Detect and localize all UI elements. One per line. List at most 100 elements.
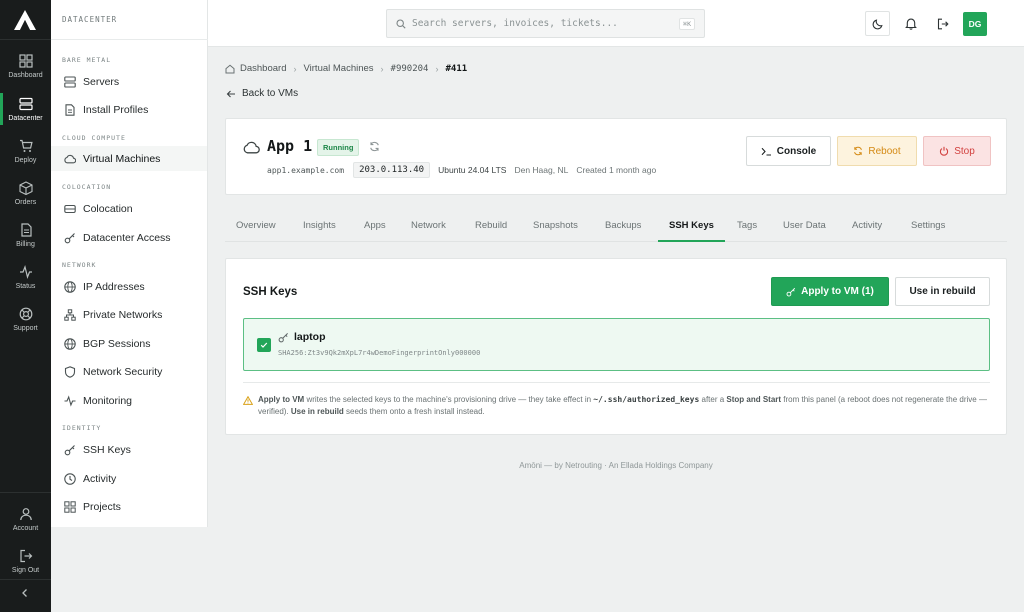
ssh-key-row[interactable]: laptop SHA256:Zt3v9Qk2mXpL7r4wDemoFinger… [243,318,990,371]
pulse-icon [64,394,76,407]
sidebar-item-datacenter-access[interactable]: Datacenter Access [51,225,207,250]
rail-item-datacenter[interactable]: Datacenter [0,93,51,135]
rail-divider [0,579,51,580]
tab-ssh-keys[interactable]: SSH Keys [669,220,714,231]
app-rail: Dashboard Datacenter Deploy Orders Billi… [0,0,51,612]
brand-logo-icon[interactable] [13,9,37,31]
note-text: after a [699,395,727,404]
rail-item-billing[interactable]: Billing [0,221,51,261]
sidebar-item-label: IP Addresses [83,280,145,293]
key-fingerprint: SHA256:Zt3v9Qk2mXpL7r4wDemoFingerprintOn… [278,349,481,357]
sidebar-item-ip-addresses[interactable]: IP Addresses [51,274,207,299]
rail-divider [0,39,51,40]
console-button[interactable]: Console [746,136,831,166]
rail-item-signout[interactable]: Sign Out [0,547,51,587]
globe-icon [64,337,76,350]
search-shortcut-badge: ⌘K [679,18,695,30]
theme-toggle-button[interactable] [865,11,890,36]
shield-icon [64,365,76,378]
vm-created: Created 1 month ago [576,165,657,175]
box-icon [18,181,33,195]
sign-out-button[interactable] [930,11,955,36]
vm-ip-address[interactable]: 203.0.113.40 [353,162,431,178]
document-icon [65,103,75,116]
tab-user-data[interactable]: User Data [783,220,826,231]
sidebar-item-network-security[interactable]: Network Security [51,359,207,384]
status-badge: Running [317,139,360,156]
sidebar-item-ssh-keys[interactable]: SSH Keys [51,437,207,462]
sidebar-item-colocation[interactable]: Colocation [51,196,207,221]
key-icon [64,232,75,243]
use-in-rebuild-button[interactable]: Use in rebuild [895,277,990,306]
tab-snapshots[interactable]: Snapshots [533,220,578,231]
sign-out-icon [19,549,32,563]
search-box[interactable]: ⌘K [386,9,705,38]
tab-network[interactable]: Network [411,220,446,231]
vm-hostname: app1.example.com [267,165,345,175]
cloud-icon [243,141,260,154]
apply-to-vm-button[interactable]: Apply to VM (1) [771,277,889,306]
tab-settings[interactable]: Settings [911,220,945,231]
rail-label: Status [15,283,36,290]
sidebar-item-label: Colocation [83,202,133,215]
active-tab-indicator [658,240,725,242]
sidebar-item-install-profiles[interactable]: Install Profiles [51,97,207,122]
power-icon [940,146,949,156]
footer-text: Amōni — by Netrouting · An Ellada Holdin… [519,461,713,470]
network-icon [64,308,76,321]
rail-divider [0,492,51,493]
tab-rebuild[interactable]: Rebuild [475,220,507,231]
rail-label: Account [12,525,39,532]
vm-tabs: Overview Insights Apps Network Rebuild S… [225,212,1007,242]
rack-icon [64,204,76,213]
sidebar-item-label: Servers [83,75,120,88]
section-label-colocation: COLOCATION [62,183,112,191]
tab-backups[interactable]: Backups [605,220,641,231]
terminal-icon [761,147,771,156]
sidebar-item-activity[interactable]: Activity [51,466,207,491]
rail-item-status[interactable]: Status [0,263,51,303]
rail-label: Orders [14,199,37,206]
stop-button[interactable]: Stop [923,136,991,166]
back-to-vms-link[interactable]: Back to VMs [226,88,298,99]
tab-overview[interactable]: Overview [236,220,276,231]
rail-item-account[interactable]: Account [0,505,51,545]
key-checkbox[interactable] [257,338,271,352]
rail-item-orders[interactable]: Orders [0,179,51,219]
apply-label: Apply to VM (1) [801,286,874,297]
note-rebuild-term: Use in rebuild [290,407,344,416]
search-input[interactable] [412,18,677,29]
tab-apps[interactable]: Apps [364,220,386,231]
breadcrumb-order[interactable]: #990204 [391,64,429,74]
rail-item-support[interactable]: Support [0,305,51,345]
section-label-bare-metal: BARE METAL [62,56,112,64]
sidebar-item-label: Install Profiles [83,103,149,116]
breadcrumb-separator: › [293,63,297,74]
tab-tags[interactable]: Tags [737,220,757,231]
sidebar-item-servers[interactable]: Servers [51,69,207,94]
breadcrumb-virtual-machines[interactable]: Virtual Machines [303,63,373,74]
avatar[interactable]: DG [963,12,987,36]
sidebar-item-label: BGP Sessions [83,337,151,350]
rail-item-dashboard[interactable]: Dashboard [0,52,51,92]
tab-insights[interactable]: Insights [303,220,336,231]
sidebar-item-bgp-sessions[interactable]: BGP Sessions [51,331,207,356]
section-label-network: NETWORK [62,261,97,269]
refresh-icon[interactable] [369,141,380,152]
breadcrumb-dashboard[interactable]: Dashboard [240,63,286,74]
notifications-button[interactable] [898,11,923,36]
home-icon [225,64,235,73]
tab-activity[interactable]: Activity [852,220,882,231]
collapse-chevron-icon[interactable] [18,586,32,600]
top-bar: ⌘K DG [208,0,1024,47]
sidebar-item-projects[interactable]: Projects [51,494,207,519]
panel-divider [243,382,990,383]
arrow-left-icon [226,90,235,97]
vm-header-card: App 1 Running app1.example.com 203.0.113… [225,118,1007,195]
sidebar-item-monitoring[interactable]: Monitoring [51,388,207,413]
sidebar-item-label: Network Security [83,365,163,378]
sidebar-item-private-networks[interactable]: Private Networks [51,302,207,327]
reboot-button[interactable]: Reboot [837,136,917,166]
rail-item-deploy[interactable]: Deploy [0,137,51,177]
sidebar-item-virtual-machines[interactable]: Virtual Machines [51,146,207,171]
